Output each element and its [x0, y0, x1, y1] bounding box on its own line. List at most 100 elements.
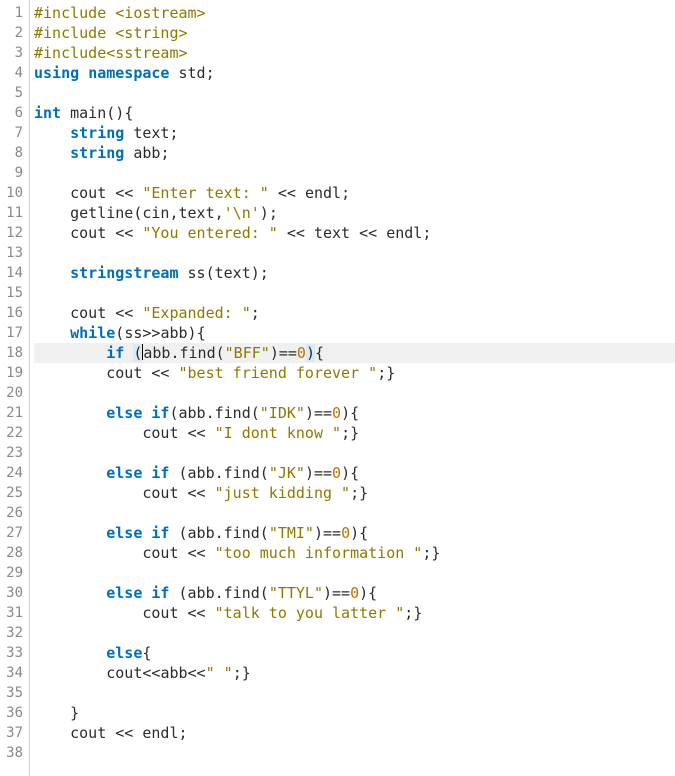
code-token: namespace — [88, 64, 169, 82]
line-number: 8 — [0, 143, 29, 163]
code-line[interactable]: cout<<abb<<" ";} — [34, 663, 675, 683]
code-line[interactable]: cout << "just kidding ";} — [34, 483, 675, 503]
code-line[interactable]: cout << "too much information ";} — [34, 543, 675, 563]
code-editor[interactable]: 1234567891011121314151617181920212223242… — [0, 0, 675, 776]
code-token: >> — [142, 324, 160, 342]
code-line[interactable]: if (abb.find("BFF")==0){ — [34, 343, 675, 363]
line-number: 29 — [0, 563, 29, 583]
code-line[interactable]: #include <iostream> — [34, 3, 675, 23]
code-token: << — [151, 364, 169, 382]
code-token: std — [179, 64, 206, 82]
code-token: ) — [270, 344, 279, 362]
code-line[interactable] — [34, 383, 675, 403]
code-token: << — [278, 184, 296, 202]
line-number: 24 — [0, 463, 29, 483]
code-token — [34, 584, 106, 602]
code-line[interactable]: cout << "best friend forever ";} — [34, 363, 675, 383]
line-number: 2 — [0, 23, 29, 43]
code-line[interactable] — [34, 243, 675, 263]
code-line[interactable]: while(ss>>abb){ — [34, 323, 675, 343]
code-line[interactable]: #include <string> — [34, 23, 675, 43]
line-number: 4 — [0, 63, 29, 83]
code-line[interactable]: using namespace std; — [34, 63, 675, 83]
code-token: ss — [124, 324, 142, 342]
code-line[interactable]: string text; — [34, 123, 675, 143]
line-number: 9 — [0, 163, 29, 183]
line-number: 31 — [0, 603, 29, 623]
code-token: ) — [251, 264, 260, 282]
code-token: "TTYL" — [269, 584, 323, 602]
code-token: . — [215, 524, 224, 542]
code-token — [34, 724, 70, 742]
code-token: "IDK" — [260, 404, 305, 422]
code-line[interactable] — [34, 623, 675, 643]
code-token — [124, 144, 133, 162]
code-token — [61, 104, 70, 122]
code-token: 0 — [350, 584, 359, 602]
code-line[interactable]: string abb; — [34, 143, 675, 163]
code-token: cout — [70, 304, 106, 322]
code-token — [169, 584, 178, 602]
code-area[interactable]: #include <iostream>#include <string>#inc… — [30, 0, 675, 776]
code-token — [206, 424, 215, 442]
code-line[interactable]: cout << "You entered: " << text << endl; — [34, 223, 675, 243]
code-token — [34, 464, 106, 482]
code-line[interactable]: else if(abb.find("IDK")==0){ — [34, 403, 675, 423]
code-token — [179, 424, 188, 442]
code-token: << — [142, 664, 160, 682]
code-line[interactable] — [34, 163, 675, 183]
code-line[interactable] — [34, 563, 675, 583]
code-line[interactable]: } — [34, 703, 675, 723]
code-line[interactable] — [34, 503, 675, 523]
code-token: #include — [34, 24, 115, 42]
code-token: stringstream — [70, 264, 178, 282]
code-line[interactable] — [34, 283, 675, 303]
line-number: 18 — [0, 343, 29, 363]
code-line[interactable] — [34, 683, 675, 703]
code-line[interactable]: int main(){ — [34, 103, 675, 123]
line-number: 22 — [0, 423, 29, 443]
line-number: 32 — [0, 623, 29, 643]
code-token — [169, 64, 178, 82]
code-token: . — [215, 584, 224, 602]
line-number: 3 — [0, 43, 29, 63]
code-line[interactable]: else if (abb.find("TMI")==0){ — [34, 523, 675, 543]
code-line[interactable] — [34, 443, 675, 463]
code-token: getline — [70, 204, 133, 222]
code-line[interactable]: else if (abb.find("JK")==0){ — [34, 463, 675, 483]
code-token: , — [169, 204, 178, 222]
code-line[interactable]: cout << endl; — [34, 723, 675, 743]
line-number: 13 — [0, 243, 29, 263]
code-token: else — [106, 524, 142, 542]
code-line[interactable]: stringstream ss(text); — [34, 263, 675, 283]
code-line[interactable]: getline(cin,text,'\n'); — [34, 203, 675, 223]
code-token: ; — [377, 364, 386, 382]
code-token — [34, 364, 106, 382]
line-number: 37 — [0, 723, 29, 743]
code-token — [34, 704, 70, 722]
code-line[interactable]: cout << "Expanded: "; — [34, 303, 675, 323]
code-line[interactable]: else if (abb.find("TTYL")==0){ — [34, 583, 675, 603]
code-line[interactable]: else{ — [34, 643, 675, 663]
code-token: while — [70, 324, 115, 342]
code-token: cout — [106, 364, 142, 382]
code-line[interactable]: cout << "I dont know ";} — [34, 423, 675, 443]
code-line[interactable]: cout << "talk to you latter ";} — [34, 603, 675, 623]
code-token: } — [242, 664, 251, 682]
code-token: ; — [179, 724, 188, 742]
code-token: ) — [260, 204, 269, 222]
code-token: ( — [260, 464, 269, 482]
code-token: text — [133, 124, 169, 142]
code-line[interactable] — [34, 83, 675, 103]
code-line[interactable]: #include<sstream> — [34, 43, 675, 63]
code-token — [79, 64, 88, 82]
code-token: ( — [179, 584, 188, 602]
code-line[interactable]: cout << "Enter text: " << endl; — [34, 183, 675, 203]
code-token — [34, 544, 142, 562]
code-token: if — [151, 464, 169, 482]
code-line[interactable] — [34, 743, 675, 763]
code-token: ) — [314, 524, 323, 542]
code-token: ( — [169, 404, 178, 422]
code-token: } — [70, 704, 79, 722]
code-token: "just kidding " — [215, 484, 350, 502]
